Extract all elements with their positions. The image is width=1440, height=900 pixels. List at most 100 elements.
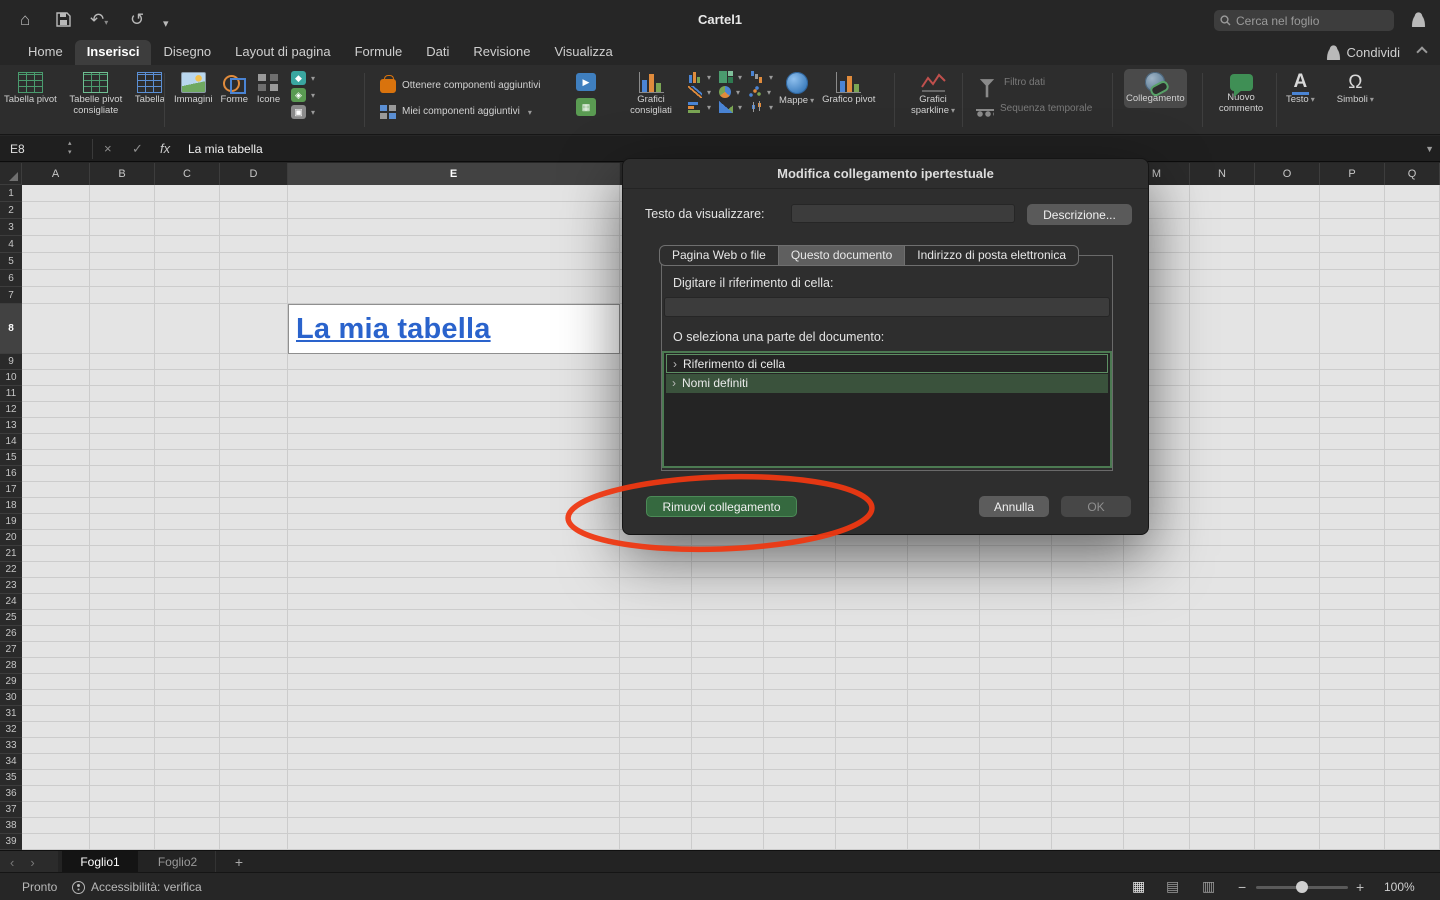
row-header-22[interactable]: 22: [0, 562, 22, 578]
slicer-button[interactable]: Filtro dati: [972, 75, 1049, 91]
column-chart-button[interactable]: ▾: [688, 71, 711, 83]
confirm-entry-icon[interactable]: ✓: [132, 136, 143, 162]
row-header-21[interactable]: 21: [0, 546, 22, 562]
tab-home[interactable]: Home: [16, 40, 75, 65]
accessibility-status[interactable]: Accessibilità: verifica: [72, 880, 202, 894]
row-header-8[interactable]: 8: [0, 304, 22, 354]
search-input[interactable]: [1236, 14, 1376, 28]
row-header-14[interactable]: 14: [0, 434, 22, 450]
name-box[interactable]: E8: [0, 136, 66, 162]
waterfall-chart-button[interactable]: ▾: [750, 71, 773, 83]
bar-chart-button[interactable]: ▾: [688, 101, 711, 113]
row-header-17[interactable]: 17: [0, 482, 22, 498]
remove-link-button[interactable]: Rimuovi collegamento: [646, 496, 797, 517]
insert-function-icon[interactable]: fx: [160, 136, 170, 162]
select-all-corner[interactable]: [0, 163, 22, 185]
row-header-27[interactable]: 27: [0, 642, 22, 658]
column-header-D[interactable]: D: [220, 163, 288, 185]
tree-item-cell-reference[interactable]: ›Riferimento di cella: [666, 354, 1108, 373]
row-header-37[interactable]: 37: [0, 802, 22, 818]
row-header-25[interactable]: 25: [0, 610, 22, 626]
sparklines-button[interactable]: Grafici sparkline▾: [900, 69, 966, 120]
previous-sheet-icon[interactable]: ‹: [10, 855, 14, 870]
new-comment-button[interactable]: Nuovo commento: [1208, 69, 1274, 118]
row-header-3[interactable]: 3: [0, 219, 22, 236]
my-addins-button[interactable]: Miei componenti aggiuntivi ▾: [376, 103, 536, 121]
get-addins-button[interactable]: Ottenere componenti aggiuntivi: [376, 77, 544, 95]
tab-this-document[interactable]: Questo documento: [779, 246, 905, 265]
disclosure-chevron-icon[interactable]: ›: [672, 376, 676, 390]
formula-bar-value[interactable]: La mia tabella: [188, 136, 263, 162]
cancel-button[interactable]: Annulla: [979, 496, 1049, 517]
row-header-24[interactable]: 24: [0, 594, 22, 610]
tab-revisione[interactable]: Revisione: [461, 40, 542, 65]
name-box-stepper[interactable]: ▴▾: [68, 139, 72, 157]
row-header-4[interactable]: 4: [0, 236, 22, 253]
scatter-chart-button[interactable]: ▾: [748, 86, 771, 98]
row-header-30[interactable]: 30: [0, 690, 22, 706]
tree-item-defined-names[interactable]: ›Nomi definiti: [666, 374, 1108, 393]
column-header-B[interactable]: B: [90, 163, 155, 185]
column-header-A[interactable]: A: [22, 163, 90, 185]
tab-inserisci[interactable]: Inserisci: [75, 40, 152, 65]
row-header-10[interactable]: 10: [0, 370, 22, 386]
page-break-view-button[interactable]: ▥: [1202, 878, 1215, 895]
column-header-O[interactable]: O: [1255, 163, 1320, 185]
area-chart-button[interactable]: ▾: [719, 101, 742, 113]
recommended-pivot-button[interactable]: Tabelle pivot consigliate: [63, 69, 129, 120]
search-box[interactable]: [1214, 10, 1394, 31]
row-header-9[interactable]: 9: [0, 354, 22, 370]
row-header-11[interactable]: 11: [0, 386, 22, 402]
formula-bar-expand-icon[interactable]: ▼: [1425, 136, 1434, 162]
hyperlink-button[interactable]: Collegamento: [1124, 69, 1187, 108]
row-header-1[interactable]: 1: [0, 185, 22, 202]
row-header-6[interactable]: 6: [0, 270, 22, 287]
column-header-N[interactable]: N: [1190, 163, 1255, 185]
row-header-5[interactable]: 5: [0, 253, 22, 270]
row-header-39[interactable]: 39: [0, 834, 22, 850]
zoom-percentage[interactable]: 100%: [1384, 880, 1415, 894]
display-text-input[interactable]: [791, 204, 1015, 223]
recommended-charts-button[interactable]: Grafici consigliati: [618, 69, 684, 120]
row-header-15[interactable]: 15: [0, 450, 22, 466]
column-header-C[interactable]: C: [155, 163, 220, 185]
stock-chart-button[interactable]: ▾: [750, 101, 773, 113]
row-header-35[interactable]: 35: [0, 770, 22, 786]
normal-view-button[interactable]: ▦: [1132, 878, 1145, 895]
row-header-38[interactable]: 38: [0, 818, 22, 834]
cell-E8-hyperlink[interactable]: La mia tabella: [288, 304, 620, 354]
timeline-button[interactable]: Sequenza temporale: [972, 99, 1096, 119]
add-sheet-button[interactable]: +: [228, 851, 250, 873]
sheet-tab-foglio2[interactable]: Foglio2: [140, 851, 216, 873]
next-sheet-icon[interactable]: ›: [30, 855, 34, 870]
row-header-20[interactable]: 20: [0, 530, 22, 546]
tab-web-page-or-file[interactable]: Pagina Web o file: [660, 246, 779, 265]
screenshot-button[interactable]: ▣▾: [291, 105, 315, 119]
media-addin-icon[interactable]: ▶: [576, 73, 596, 91]
column-header-Q[interactable]: Q: [1385, 163, 1440, 185]
row-header-7[interactable]: 7: [0, 287, 22, 304]
row-header-12[interactable]: 12: [0, 402, 22, 418]
pivot-table-button[interactable]: Tabella pivot: [2, 69, 59, 109]
row-header-36[interactable]: 36: [0, 786, 22, 802]
row-header-31[interactable]: 31: [0, 706, 22, 722]
row-header-16[interactable]: 16: [0, 466, 22, 482]
table-button[interactable]: Tabella: [133, 69, 167, 109]
disclosure-chevron-icon[interactable]: ›: [673, 357, 677, 371]
row-header-18[interactable]: 18: [0, 498, 22, 514]
zoom-slider-knob[interactable]: [1296, 881, 1308, 893]
shapes-button[interactable]: Forme: [219, 69, 250, 109]
row-header-26[interactable]: 26: [0, 626, 22, 642]
tab-dati[interactable]: Dati: [414, 40, 461, 65]
symbols-button[interactable]: Ω Simboli▾: [1335, 69, 1376, 109]
account-avatar-icon[interactable]: [1411, 12, 1426, 27]
row-header-19[interactable]: 19: [0, 514, 22, 530]
tab-visualizza[interactable]: Visualizza: [542, 40, 624, 65]
zoom-in-button[interactable]: +: [1356, 879, 1364, 895]
row-header-33[interactable]: 33: [0, 738, 22, 754]
hierarchy-chart-button[interactable]: ▾: [719, 71, 742, 83]
maps-button[interactable]: Mappe▾: [777, 69, 816, 110]
tab-email-address[interactable]: Indirizzo di posta elettronica: [905, 246, 1078, 265]
column-header-P[interactable]: P: [1320, 163, 1385, 185]
cancel-entry-icon[interactable]: ×: [104, 136, 112, 162]
